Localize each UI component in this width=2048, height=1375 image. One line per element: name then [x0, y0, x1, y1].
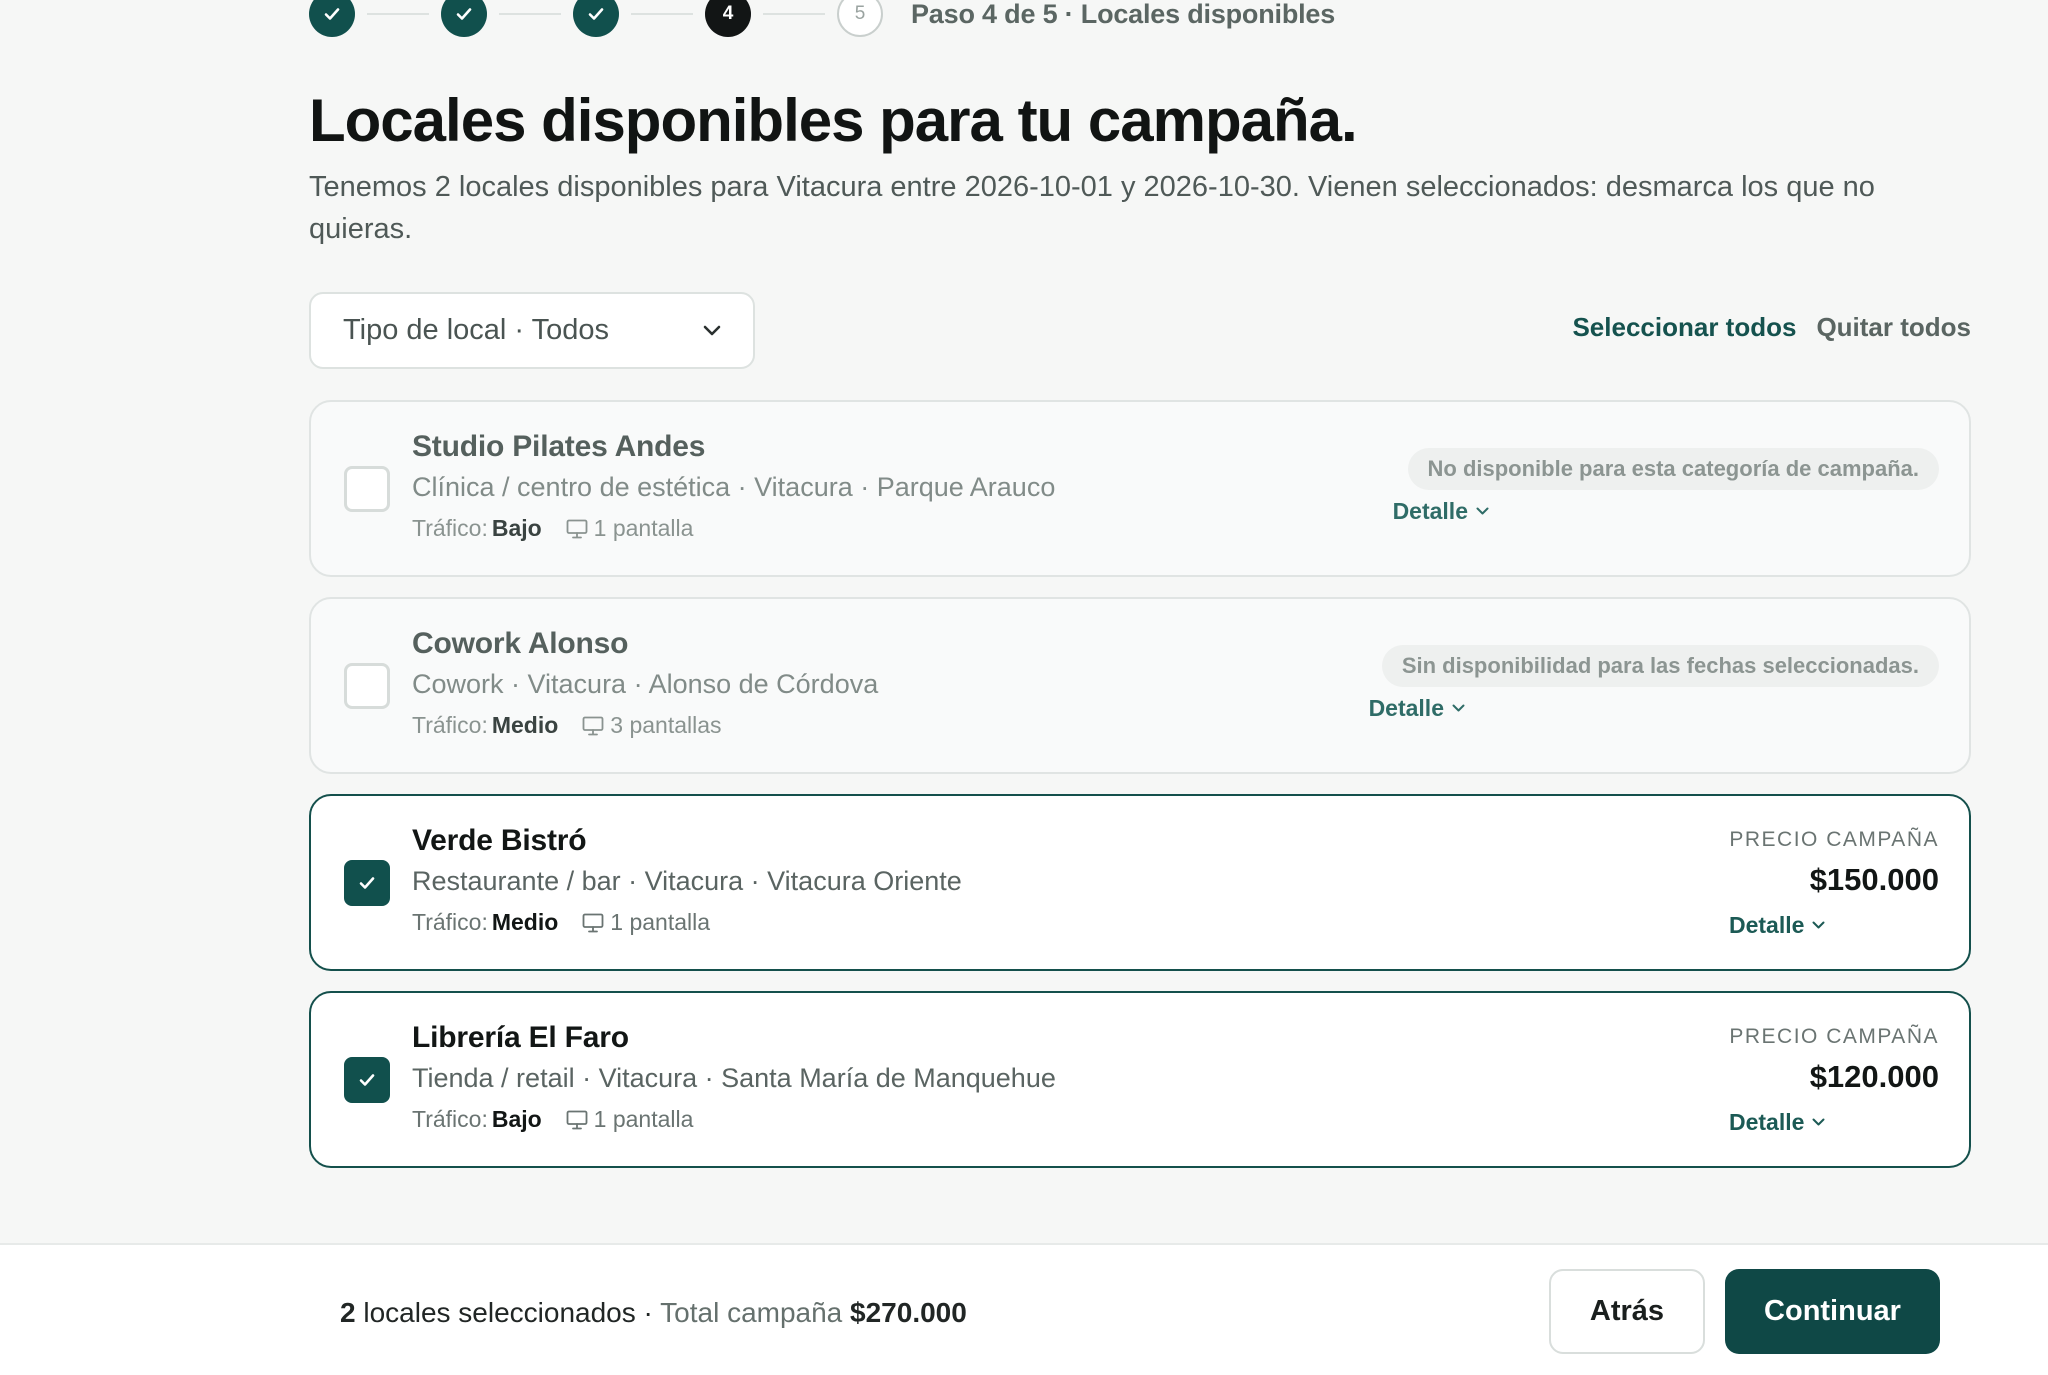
venue-traffic: Tráfico: Bajo 1 pantalla	[412, 515, 1055, 542]
screen-count-label: 1 pantalla	[593, 515, 694, 541]
traffic-label: Tráfico:	[412, 712, 488, 738]
venue-checkbox[interactable]	[344, 663, 390, 709]
venue-meta: Restaurante / bar · Vitacura · Vitacura …	[412, 866, 962, 896]
traffic-value: Medio	[491, 712, 559, 738]
screen-count: 1 pantalla	[566, 1106, 694, 1133]
back-button[interactable]: Atrás	[1549, 1269, 1705, 1354]
screen-count-label: 3 pantallas	[610, 712, 722, 738]
unavailable-badge: Sin disponibilidad para las fechas selec…	[1381, 645, 1939, 687]
monitor-icon	[582, 913, 604, 932]
detail-label: Detalle	[1729, 912, 1805, 938]
venue-checkbox-checked[interactable]	[344, 1057, 390, 1103]
detail-toggle[interactable]: Detalle	[1393, 498, 1489, 525]
campaign-total: $270.000	[850, 1297, 967, 1328]
venue-name: Cowork Alonso	[412, 627, 629, 660]
filter-selected-value: Tipo de local · Todos	[343, 314, 609, 346]
venue-checkbox-checked[interactable]	[344, 860, 390, 906]
venue-type-filter[interactable]: Tipo de local · Todos	[309, 292, 755, 369]
step-connector	[763, 13, 825, 15]
venue-traffic: Tráfico: Bajo 1 pantalla	[412, 1106, 1056, 1133]
chevron-down-icon	[1812, 921, 1825, 929]
continue-button[interactable]: Continuar	[1725, 1269, 1940, 1354]
chevron-down-icon	[1476, 507, 1489, 515]
step-5-upcoming: 5	[837, 0, 883, 37]
monitor-icon	[566, 1110, 588, 1129]
selected-count-label: locales seleccionados ·	[363, 1297, 653, 1328]
check-icon	[324, 8, 340, 20]
price-label: PRECIO CAMPAÑA	[1729, 1025, 1939, 1048]
unavailable-badge: No disponible para esta categoría de cam…	[1407, 448, 1939, 490]
venue-info: Cowork Alonso Cowork · Vitacura · Alonso…	[412, 627, 878, 739]
price-block: PRECIO CAMPAÑA $150.000 Detalle	[1729, 828, 1939, 939]
detail-toggle[interactable]: Detalle	[1729, 1109, 1825, 1136]
screen-count: 1 pantalla	[566, 515, 694, 542]
step-connector	[499, 13, 561, 15]
venue-traffic: Tráfico: Medio 1 pantalla	[412, 909, 962, 936]
venue-traffic: Tráfico: Medio 3 pantallas	[412, 712, 878, 739]
traffic-label: Tráfico:	[412, 909, 488, 935]
venue-meta: Cowork · Vitacura · Alonso de Córdova	[412, 669, 879, 699]
traffic-label: Tráfico:	[412, 1106, 488, 1132]
selected-count: 2	[340, 1297, 356, 1328]
total-label: Total campaña	[660, 1297, 843, 1328]
clear-all-button[interactable]: Quitar todos	[1816, 312, 1971, 343]
detail-label: Detalle	[1729, 1109, 1805, 1135]
venue-name: Librería El Faro	[412, 1021, 629, 1054]
selection-footer: 2 locales seleccionados · Total campaña …	[0, 1243, 2048, 1375]
monitor-icon	[566, 519, 588, 538]
venue-card-studio-pilates-andes: Studio Pilates Andes Clínica / centro de…	[309, 400, 1971, 577]
screen-count: 3 pantallas	[582, 712, 722, 739]
campaign-price: $120.000	[1809, 1059, 1939, 1094]
traffic-value: Medio	[491, 909, 559, 935]
page-title: Locales disponibles para tu campaña.	[309, 87, 1358, 154]
price-label: PRECIO CAMPAÑA	[1729, 828, 1939, 851]
chevron-down-icon	[1452, 704, 1465, 712]
campaign-price: $150.000	[1809, 862, 1939, 897]
venue-info: Librería El Faro Tienda / retail · Vitac…	[412, 1021, 1056, 1133]
detail-label: Detalle	[1392, 498, 1468, 524]
screen-count: 1 pantalla	[582, 909, 710, 936]
monitor-icon	[582, 716, 604, 735]
step-2-completed[interactable]	[441, 0, 487, 37]
venue-info: Verde Bistró Restaurante / bar · Vitacur…	[412, 824, 962, 936]
check-icon	[359, 1074, 375, 1086]
detail-toggle[interactable]: Detalle	[1729, 912, 1825, 939]
stepper: 4 5 Paso 4 de 5 · Locales disponibles	[309, 0, 1336, 37]
screen-count-label: 1 pantalla	[593, 1106, 694, 1132]
step-1-completed[interactable]	[309, 0, 355, 37]
detail-label: Detalle	[1368, 695, 1444, 721]
detail-toggle[interactable]: Detalle	[1369, 695, 1465, 722]
step-4-current: 4	[705, 0, 751, 37]
selection-summary: 2 locales seleccionados · Total campaña …	[340, 1297, 967, 1329]
page-subtitle: Tenemos 2 locales disponibles para Vitac…	[309, 171, 1875, 245]
venue-meta: Clínica / centro de estética · Vitacura …	[412, 472, 1056, 502]
screen-count-label: 1 pantalla	[610, 909, 711, 935]
bulk-actions: Seleccionar todos Quitar todos	[1572, 312, 1971, 343]
venue-card-cowork-alonso: Cowork Alonso Cowork · Vitacura · Alonso…	[309, 597, 1971, 774]
chevron-down-icon	[1812, 1118, 1825, 1126]
venue-meta: Tienda / retail · Vitacura · Santa María…	[412, 1063, 1056, 1093]
venue-name: Studio Pilates Andes	[412, 430, 706, 463]
chevron-down-icon	[703, 325, 721, 335]
step-caption: Paso 4 de 5 · Locales disponibles	[911, 0, 1336, 29]
check-icon	[588, 8, 604, 20]
step-3-completed[interactable]	[573, 0, 619, 37]
traffic-value: Bajo	[491, 515, 542, 541]
venue-card-libreria-el-faro[interactable]: Librería El Faro Tienda / retail · Vitac…	[309, 991, 1971, 1168]
traffic-value: Bajo	[491, 1106, 542, 1132]
check-icon	[456, 8, 472, 20]
venue-info: Studio Pilates Andes Clínica / centro de…	[412, 430, 1055, 542]
venue-card-verde-bistro[interactable]: Verde Bistró Restaurante / bar · Vitacur…	[309, 794, 1971, 971]
venue-checkbox[interactable]	[344, 466, 390, 512]
venue-name: Verde Bistró	[412, 824, 587, 857]
check-icon	[359, 877, 375, 889]
traffic-label: Tráfico:	[412, 515, 488, 541]
step-connector	[631, 13, 693, 15]
select-all-button[interactable]: Seleccionar todos	[1572, 312, 1796, 343]
step-connector	[367, 13, 429, 15]
price-block: PRECIO CAMPAÑA $120.000 Detalle	[1729, 1025, 1939, 1136]
